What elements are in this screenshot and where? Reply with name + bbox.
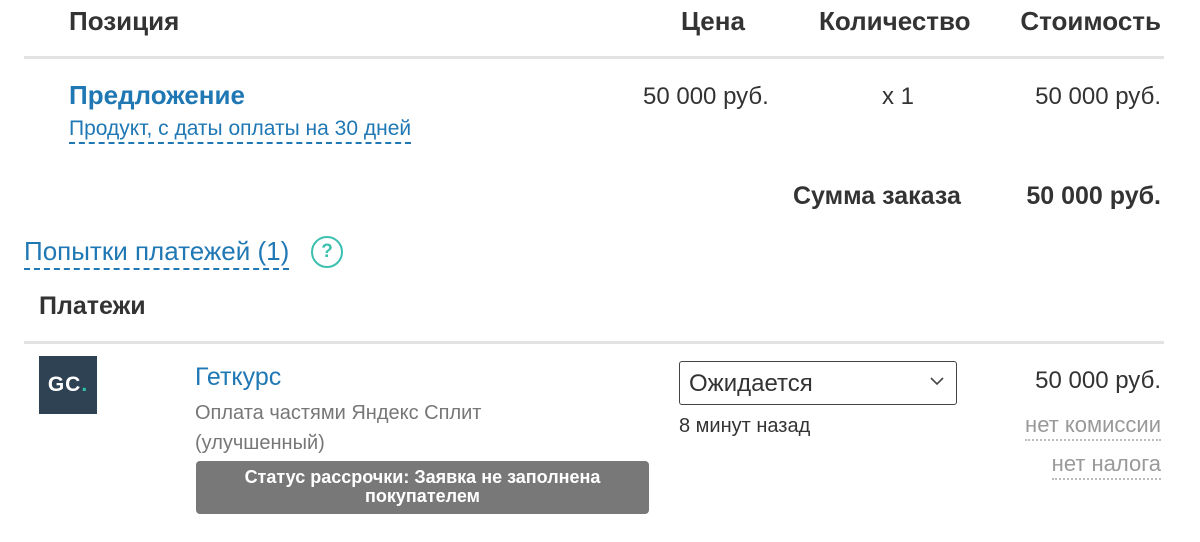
payment-status-time: 8 минут назад — [679, 415, 811, 437]
payment-status-value: Ожидается — [689, 370, 813, 397]
payments-heading: Платежи — [39, 292, 146, 320]
installment-status-badge: Статус рассрочки: Заявка не заполнена по… — [196, 461, 649, 514]
offer-title-link[interactable]: Предложение — [69, 80, 245, 111]
getcourse-logo-icon: GC. — [39, 356, 97, 414]
logo-dot: . — [81, 373, 89, 396]
payment-amount: 50 000 руб. — [1035, 367, 1161, 394]
column-header-cost: Стоимость — [1020, 6, 1161, 36]
payment-tax-link[interactable]: нет налога — [1051, 451, 1161, 480]
column-header-quantity: Количество — [819, 6, 971, 36]
row-price: 50 000 руб. — [643, 83, 769, 110]
row-cost: 50 000 руб. — [1035, 83, 1161, 110]
payment-attempts-link[interactable]: Попытки платежей (1) — [24, 236, 290, 270]
row-quantity: x 1 — [882, 83, 915, 110]
offer-subtitle-link[interactable]: Продукт, с даты оплаты на 30 дней — [69, 117, 412, 144]
order-total-label: Сумма заказа — [793, 182, 961, 210]
payments-divider — [24, 341, 1164, 344]
payment-method-description: Оплата частями Яндекс Сплит (улучшенный) — [195, 402, 482, 454]
question-circle-icon[interactable]: ? — [311, 236, 343, 268]
payment-status-select[interactable]: Ожидается — [679, 361, 957, 405]
column-header-price: Цена — [681, 6, 745, 36]
payment-provider-link[interactable]: Геткурс — [195, 363, 281, 392]
chevron-down-icon — [930, 377, 944, 386]
logo-text: GC — [47, 373, 82, 396]
payment-commission-link[interactable]: нет комиссии — [1025, 412, 1161, 441]
column-header-position: Позиция — [69, 6, 180, 36]
order-total-value: 50 000 руб. — [1026, 182, 1161, 210]
header-divider — [24, 56, 1164, 59]
